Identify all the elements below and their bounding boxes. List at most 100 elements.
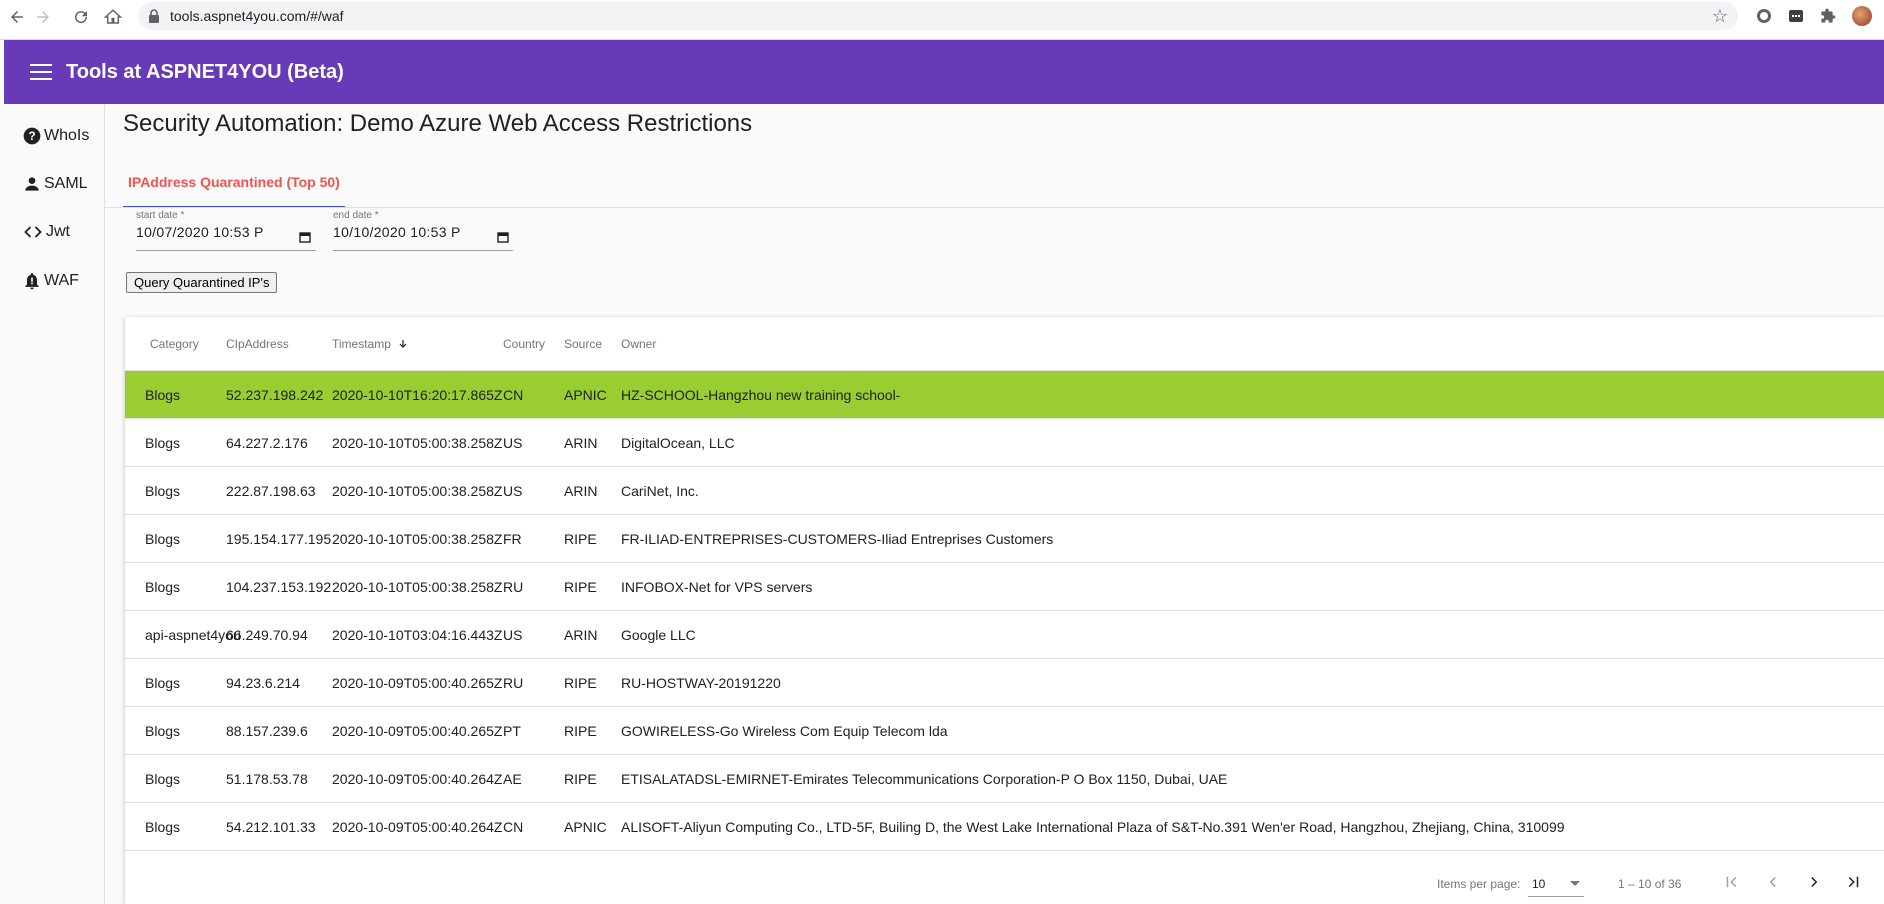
table-row[interactable]: Blogs 104.237.153.192 2020-10-10T05:00:38.… <box>125 563 1884 611</box>
help-circle-icon: ? <box>23 127 41 145</box>
extension-media-icon[interactable] <box>1786 6 1806 26</box>
sidebar-item-saml[interactable]: SAML <box>22 174 88 194</box>
cell-owner: HZ-SCHOOL-Hangzhou new training school- <box>621 387 901 403</box>
table-row[interactable]: Blogs 64.227.2.176 2020-10-10T05:00:38.258… <box>125 419 1884 467</box>
cell-timestamp: 2020-10-10T05:00:38.258Z <box>332 531 503 547</box>
cell-country: AE <box>503 771 522 787</box>
cell-timestamp: 2020-10-10T05:00:38.258Z <box>332 483 503 499</box>
home-icon[interactable] <box>100 4 126 30</box>
calendar-icon[interactable] <box>299 230 311 248</box>
table-row[interactable]: Blogs 54.212.101.33 2020-10-09T05:00:40.26… <box>125 803 1884 851</box>
column-header-country[interactable]: Country <box>503 337 545 351</box>
forward-icon[interactable] <box>30 4 56 30</box>
previous-page-button[interactable] <box>1758 867 1788 897</box>
cell-owner: RU-HOSTWAY-20191220 <box>621 675 781 691</box>
cell-timestamp: 2020-10-10T03:04:16.443Z <box>332 627 503 643</box>
start-date-input[interactable]: 10/07/2020 10:53 P <box>136 224 264 244</box>
app-title: Tools at ASPNET4YOU (Beta) <box>66 60 344 83</box>
column-header-category[interactable]: Category <box>150 337 199 351</box>
cell-ip-address: 94.23.6.214 <box>226 675 300 691</box>
table-row[interactable]: Blogs 52.237.198.242 2020-10-10T16:20:17.8… <box>125 371 1884 419</box>
page-title: Security Automation: Demo Azure Web Acce… <box>123 110 753 137</box>
column-header-label: Timestamp <box>332 337 391 351</box>
table-row[interactable]: Blogs 94.23.6.214 2020-10-09T05:00:40.265Z… <box>125 659 1884 707</box>
cell-country: CN <box>503 387 524 403</box>
column-header-timestamp[interactable]: Timestamp <box>332 337 409 351</box>
cell-country: US <box>503 483 523 499</box>
cell-source: RIPE <box>564 675 597 691</box>
cell-source: RIPE <box>564 531 597 547</box>
sidebar-item-label: WAF <box>44 272 79 289</box>
cell-category: Blogs <box>145 579 181 595</box>
url-text: tools.aspnet4you.com/#/waf <box>170 8 344 24</box>
sidebar-item-label: WhoIs <box>44 127 90 144</box>
table-row[interactable]: Blogs 88.157.239.6 2020-10-09T05:00:40.265… <box>125 707 1884 755</box>
cell-country: RU <box>503 579 524 595</box>
start-date-label: start date * <box>136 210 185 221</box>
cell-ip-address: 88.157.239.6 <box>226 723 308 739</box>
cell-ip-address: 66.249.70.94 <box>226 627 308 643</box>
sidebar-item-waf[interactable]: WAF <box>22 270 79 292</box>
cell-source: ARIN <box>564 627 598 643</box>
menu-icon[interactable] <box>30 64 52 80</box>
sidebar: ? WhoIs SAML Jwt WAF <box>4 104 105 904</box>
reload-icon[interactable] <box>68 4 94 30</box>
calendar-icon[interactable] <box>497 230 509 248</box>
table-row[interactable]: api-aspnet4you 66.249.70.94 2020-10-10T03:… <box>125 611 1884 659</box>
cell-source: ARIN <box>564 483 598 499</box>
sidebar-item-label: Jwt <box>46 223 70 240</box>
first-page-button[interactable] <box>1717 867 1747 897</box>
cell-owner: ALISOFT-Aliyun Computing Co., LTD-5F, Bu… <box>621 819 1565 835</box>
cell-source: ARIN <box>564 435 598 451</box>
query-quarantined-button[interactable]: Query Quarantined IP's <box>126 272 278 293</box>
bookmark-star-icon[interactable]: ☆ <box>1712 6 1728 27</box>
table-row[interactable]: Blogs 195.154.177.195 2020-10-10T05:00:38.… <box>125 515 1884 563</box>
cell-ip-address: 222.87.198.63 <box>226 483 316 499</box>
cell-category: Blogs <box>145 483 181 499</box>
cell-country: US <box>503 627 523 643</box>
page-size-select[interactable]: 10 <box>1528 871 1584 897</box>
cell-source: RIPE <box>564 723 597 739</box>
cell-country: PT <box>503 723 521 739</box>
sidebar-item-jwt[interactable]: Jwt <box>22 222 70 242</box>
page-range-label: 1 – 10 of 36 <box>1618 877 1682 891</box>
cell-ip-address: 104.237.153.192 <box>226 579 332 595</box>
chevron-left-icon <box>1769 876 1776 888</box>
cell-timestamp: 2020-10-09T05:00:40.265Z <box>332 723 503 739</box>
cell-owner: ETISALATADSL-EMIRNET-Emirates Telecommun… <box>621 771 1228 787</box>
table-row[interactable]: Blogs 51.178.53.78 2020-10-09T05:00:40.264… <box>125 755 1884 803</box>
profile-avatar[interactable] <box>1852 6 1872 26</box>
first-page-icon <box>1726 876 1737 888</box>
cell-category: Blogs <box>145 723 181 739</box>
end-date-label: end date * <box>333 210 379 221</box>
cell-timestamp: 2020-10-09T05:00:40.264Z <box>332 771 503 787</box>
extensions-puzzle-icon[interactable] <box>1818 6 1838 26</box>
table-row[interactable]: Blogs 222.87.198.63 2020-10-10T05:00:38.25… <box>125 467 1884 515</box>
extension-circle-icon[interactable] <box>1754 6 1774 26</box>
cell-timestamp: 2020-10-09T05:00:40.265Z <box>332 675 503 691</box>
cell-ip-address: 51.178.53.78 <box>226 771 308 787</box>
next-page-button[interactable] <box>1799 867 1829 897</box>
cell-timestamp: 2020-10-10T16:20:17.865Z <box>332 387 503 403</box>
tab-ipaddress-quarantined[interactable]: IPAddress Quarantined (Top 50) <box>123 167 345 208</box>
code-icon <box>24 226 42 238</box>
cell-owner: INFOBOX-Net for VPS servers <box>621 579 813 595</box>
cell-source: RIPE <box>564 579 597 595</box>
column-header-ipaddress[interactable]: CIpAddress <box>226 337 289 351</box>
cell-category: Blogs <box>145 531 181 547</box>
column-header-owner[interactable]: Owner <box>621 337 656 351</box>
cell-country: RU <box>503 675 524 691</box>
last-page-button[interactable] <box>1838 867 1868 897</box>
column-header-source[interactable]: Source <box>564 337 602 351</box>
end-date-input[interactable]: 10/10/2020 10:53 P <box>333 224 461 244</box>
cell-owner: FR-ILIAD-ENTREPRISES-CUSTOMERS-Iliad Ent… <box>621 531 1054 547</box>
lock-icon <box>148 9 160 28</box>
cell-owner: GOWIRELESS-Go Wireless Com Equip Telecom… <box>621 723 948 739</box>
address-bar[interactable]: tools.aspnet4you.com/#/waf ☆ <box>138 2 1738 30</box>
sidebar-item-whois[interactable]: ? WhoIs <box>22 126 89 146</box>
last-page-icon <box>1848 876 1859 888</box>
tab-divider <box>105 207 1884 208</box>
start-date-underline <box>136 250 316 251</box>
chevron-right-icon <box>1811 876 1818 888</box>
back-icon[interactable] <box>4 4 30 30</box>
